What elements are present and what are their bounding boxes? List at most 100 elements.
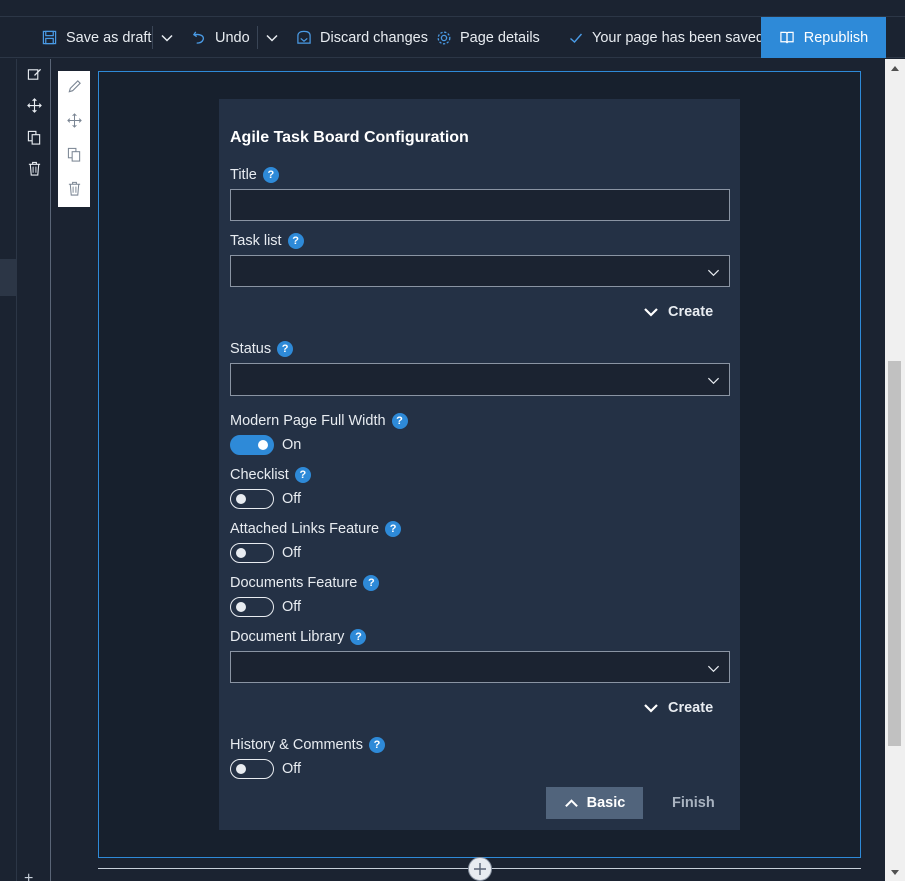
save-as-draft-button[interactable]: Save as draft bbox=[42, 17, 151, 58]
scroll-down-arrow[interactable] bbox=[885, 864, 905, 881]
divider bbox=[152, 26, 153, 49]
discard-changes-button[interactable]: Discard changes bbox=[296, 17, 428, 58]
republish-label: Republish bbox=[803, 29, 869, 46]
save-options-dropdown[interactable] bbox=[160, 17, 176, 58]
document-library-label: Document Library ? bbox=[230, 629, 367, 645]
command-bar: Save as draft Undo Discard changes Page … bbox=[0, 17, 905, 58]
toggle-state-label: Off bbox=[282, 491, 302, 507]
section-tools-rail bbox=[17, 59, 51, 881]
history-comments-label: History & Comments ? bbox=[230, 737, 385, 753]
finish-button[interactable]: Finish bbox=[672, 795, 715, 811]
help-icon[interactable]: ? bbox=[294, 467, 311, 483]
help-icon[interactable]: ? bbox=[262, 167, 279, 183]
undo-label: Undo bbox=[215, 29, 250, 46]
title-label-text: Title bbox=[230, 167, 257, 183]
status-dropdown[interactable] bbox=[230, 363, 730, 396]
plus-icon bbox=[474, 863, 486, 875]
toggle-state-label: Off bbox=[282, 545, 302, 561]
attached-links-label: Attached Links Feature ? bbox=[230, 521, 402, 537]
undo-options-dropdown[interactable] bbox=[265, 17, 281, 58]
history-comments-label-text: History & Comments bbox=[230, 737, 363, 753]
move-section-icon[interactable] bbox=[25, 96, 43, 114]
task-list-dropdown[interactable] bbox=[230, 255, 730, 287]
republish-button[interactable]: Republish bbox=[761, 17, 886, 58]
documents-feature-label-text: Documents Feature bbox=[230, 575, 358, 591]
toggle-knob bbox=[236, 548, 246, 558]
selected-nav-item[interactable] bbox=[0, 259, 16, 296]
left-navigation-rail bbox=[0, 59, 17, 881]
checklist-toggle[interactable]: Off bbox=[230, 489, 301, 509]
help-icon[interactable]: ? bbox=[287, 233, 304, 249]
attached-links-label-text: Attached Links Feature bbox=[230, 521, 380, 537]
toggle-switch[interactable] bbox=[230, 759, 274, 779]
chevron-down-icon bbox=[644, 704, 658, 713]
vertical-scrollbar[interactable] bbox=[885, 59, 905, 881]
help-icon[interactable]: ? bbox=[368, 737, 385, 753]
toggle-knob bbox=[258, 440, 268, 450]
help-icon[interactable]: ? bbox=[385, 521, 402, 537]
add-section-button[interactable] bbox=[468, 857, 492, 881]
undo-icon bbox=[192, 31, 205, 44]
edit-webpart-icon[interactable] bbox=[65, 77, 83, 95]
checkmark-icon bbox=[570, 33, 583, 43]
basic-label: Basic bbox=[586, 795, 626, 811]
book-icon bbox=[780, 31, 794, 44]
chevron-down-icon bbox=[707, 665, 720, 673]
help-icon[interactable]: ? bbox=[277, 341, 294, 357]
duplicate-webpart-icon[interactable] bbox=[65, 145, 83, 163]
toggle-knob bbox=[236, 494, 246, 504]
chevron-down-icon bbox=[707, 377, 720, 385]
toggle-knob bbox=[236, 602, 246, 612]
basic-button[interactable]: Basic bbox=[546, 787, 643, 819]
checklist-label: Checklist ? bbox=[230, 467, 311, 483]
scroll-up-arrow[interactable] bbox=[885, 59, 905, 76]
checklist-label-text: Checklist bbox=[230, 467, 289, 483]
title-input[interactable] bbox=[230, 189, 730, 221]
undo-button[interactable]: Undo bbox=[192, 17, 250, 58]
modern-page-full-width-label-text: Modern Page Full Width bbox=[230, 413, 386, 429]
status-field-label: Status ? bbox=[230, 341, 294, 357]
attached-links-toggle[interactable]: Off bbox=[230, 543, 301, 563]
document-library-dropdown[interactable] bbox=[230, 651, 730, 683]
chevron-down-icon bbox=[266, 34, 278, 42]
documents-feature-toggle[interactable]: Off bbox=[230, 597, 301, 617]
toggle-state-label: On bbox=[282, 437, 302, 453]
chevron-down-icon bbox=[644, 308, 658, 317]
create-label: Create bbox=[668, 700, 714, 716]
page-details-button[interactable]: Page details bbox=[436, 17, 540, 58]
modern-page-full-width-label: Modern Page Full Width ? bbox=[230, 413, 408, 429]
toggle-switch[interactable] bbox=[230, 597, 274, 617]
scroll-thumb[interactable] bbox=[888, 361, 901, 746]
add-section-plus-icon[interactable]: + bbox=[24, 870, 33, 881]
toggle-switch[interactable] bbox=[230, 435, 274, 455]
save-icon bbox=[42, 30, 57, 45]
create-task-list-button[interactable]: Create bbox=[643, 304, 713, 320]
create-document-library-button[interactable]: Create bbox=[643, 700, 713, 716]
create-label: Create bbox=[668, 304, 714, 320]
edit-section-icon[interactable] bbox=[25, 65, 43, 83]
move-webpart-icon[interactable] bbox=[65, 111, 83, 129]
help-icon[interactable]: ? bbox=[391, 413, 408, 429]
webpart-toolbar bbox=[58, 71, 90, 207]
history-comments-toggle[interactable]: Off bbox=[230, 759, 301, 779]
modern-page-full-width-toggle[interactable]: On bbox=[230, 435, 301, 455]
toggle-state-label: Off bbox=[282, 599, 302, 615]
documents-feature-label: Documents Feature ? bbox=[230, 575, 380, 591]
delete-section-icon[interactable] bbox=[25, 159, 43, 177]
duplicate-section-icon[interactable] bbox=[25, 128, 43, 146]
divider bbox=[257, 26, 258, 49]
discard-changes-label: Discard changes bbox=[320, 29, 428, 46]
document-library-label-text: Document Library bbox=[230, 629, 345, 645]
toggle-switch[interactable] bbox=[230, 489, 274, 509]
toggle-knob bbox=[236, 764, 246, 774]
help-icon[interactable]: ? bbox=[350, 629, 367, 645]
help-icon[interactable]: ? bbox=[363, 575, 380, 591]
status-label-text: Status bbox=[230, 341, 272, 357]
delete-webpart-icon[interactable] bbox=[65, 179, 83, 197]
toggle-switch[interactable] bbox=[230, 543, 274, 563]
save-status: Your page has been saved bbox=[569, 17, 764, 58]
task-list-label-text: Task list bbox=[230, 233, 282, 249]
save-status-label: Your page has been saved bbox=[592, 29, 764, 46]
chevron-down-icon bbox=[161, 34, 173, 42]
discard-icon bbox=[297, 30, 311, 44]
